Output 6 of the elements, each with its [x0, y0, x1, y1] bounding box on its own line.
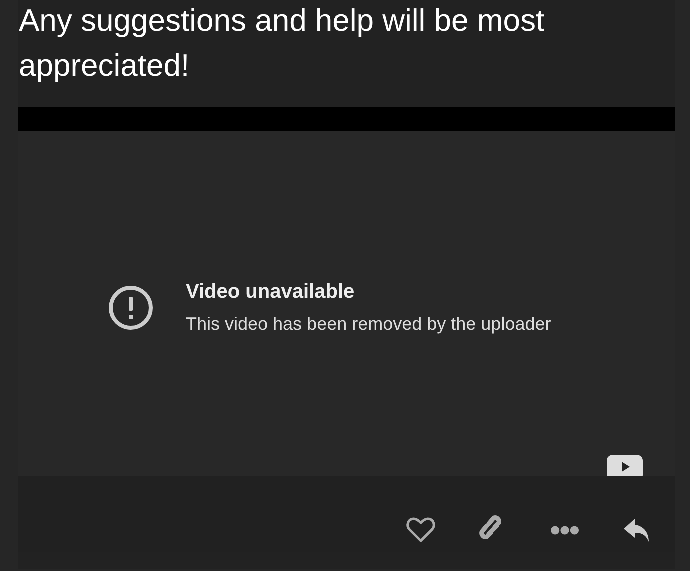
play-logo-icon[interactable]: [607, 455, 643, 476]
post-text: Any suggestions and help will be most appreciated!: [18, 2, 546, 85]
video-title: Video unavailable: [186, 281, 356, 304]
more-icon: [551, 526, 579, 534]
video-message: This video has been removed by the uploader: [186, 314, 552, 335]
warning-icon: [108, 285, 154, 331]
